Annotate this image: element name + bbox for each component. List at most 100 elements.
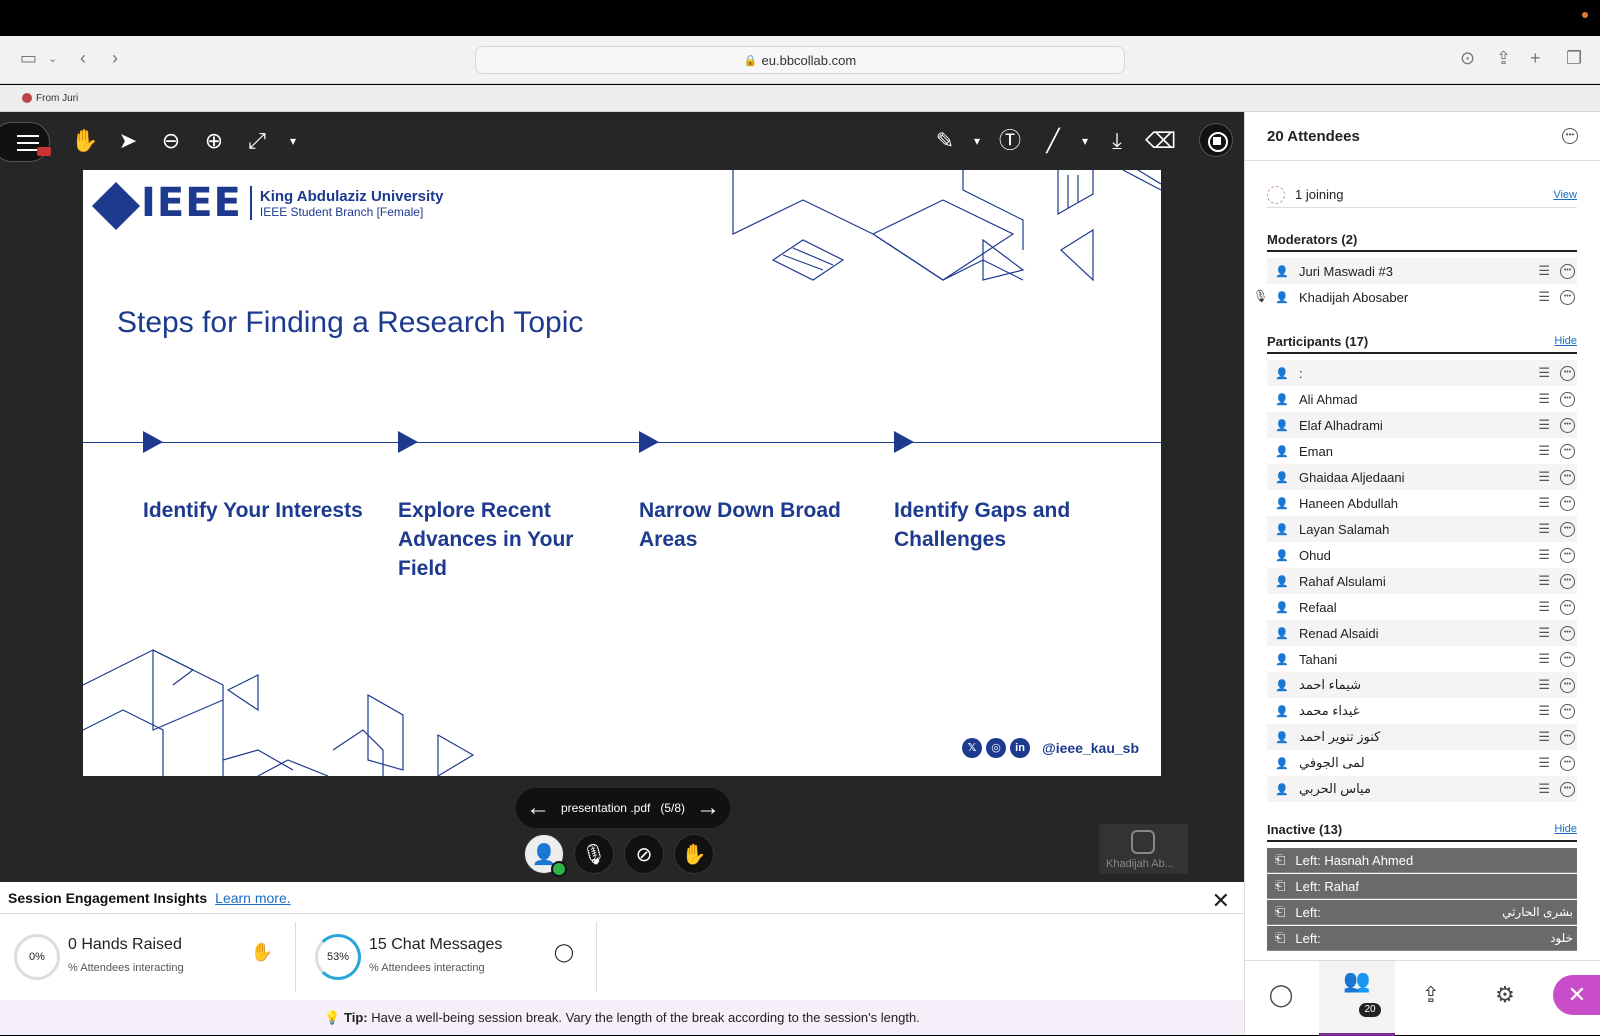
camera-off-button[interactable]: ⊘ [624,834,664,874]
shared-content-tile[interactable]: Khadijah Ab... [1099,824,1188,874]
more-options-icon[interactable]: ••• [1562,128,1578,144]
fit-icon[interactable]: ⤢ [242,126,272,156]
attendee-row[interactable]: 👤 لمى الجوفي ☰ ••• [1267,750,1577,776]
list-icon[interactable]: ☰ [1538,651,1550,667]
more-options-icon[interactable]: ••• [1560,365,1575,381]
next-slide-icon[interactable]: → [696,794,720,822]
chat-icon[interactable]: ◯ [1261,975,1301,1015]
hide-participants-link[interactable]: Hide [1554,335,1577,347]
hide-inactive-link[interactable]: Hide [1554,823,1577,835]
more-options-icon[interactable]: ••• [1560,729,1575,745]
share-icon[interactable]: ⇪ [1496,48,1511,69]
more-options-icon[interactable]: ••• [1560,599,1575,615]
list-icon[interactable]: ☰ [1538,289,1550,305]
attendee-row[interactable]: 👤 Elaf Alhadrami ☰ ••• [1267,412,1577,438]
attendee-row[interactable]: 👤 Eman ☰ ••• [1267,438,1577,464]
list-icon[interactable]: ☰ [1538,573,1550,589]
attendee-row[interactable]: 👤 Rahaf Alsulami ☰ ••• [1267,568,1577,594]
attendee-row[interactable]: 👤: ☰ ••• [1267,360,1577,386]
list-icon[interactable]: ☰ [1538,599,1550,615]
attendee-row[interactable]: 👤 Haneen Abdullah ☰ ••• [1267,490,1577,516]
attendee-row[interactable]: 👤 Ghaidaa Aljedaani ☰ ••• [1267,464,1577,490]
prev-slide-icon[interactable]: ← [526,794,550,822]
attendee-row[interactable]: 👤 Renad Alsaidi ☰ ••• [1267,620,1577,646]
list-icon[interactable]: ☰ [1538,677,1550,693]
microphone-off-button[interactable]: 🎙 [574,834,614,874]
more-options-icon[interactable]: ••• [1560,521,1575,537]
more-options-icon[interactable]: ••• [1560,703,1575,719]
favorite-link[interactable]: From Juri [36,93,78,104]
more-options-icon[interactable]: ••• [1560,263,1575,279]
chevron-down-icon[interactable]: ⌄ [48,52,57,65]
more-options-icon[interactable]: ••• [1560,625,1575,641]
attendees-tab[interactable]: 👥 20 [1319,961,1395,1036]
more-options-icon[interactable]: ••• [1560,443,1575,459]
more-options-icon[interactable]: ••• [1560,651,1575,667]
zoom-in-icon[interactable]: ⊕ [199,126,229,156]
list-icon[interactable]: ☰ [1538,625,1550,641]
list-icon[interactable]: ☰ [1538,729,1550,745]
download-icon[interactable]: ⊙ [1460,48,1475,69]
my-status-button[interactable]: 👤 [524,834,567,877]
list-icon[interactable]: ☰ [1538,521,1550,537]
attendee-row[interactable]: 👤 Ohud ☰ ••• [1267,542,1577,568]
line-tool-icon[interactable]: ╱ [1038,126,1068,156]
pan-icon[interactable]: ✋ [70,126,100,156]
forward-icon[interactable]: › [112,48,118,69]
more-options-icon[interactable]: ••• [1560,677,1575,693]
attendee-row[interactable]: 👤 Layan Salamah ☰ ••• [1267,516,1577,542]
attendee-row[interactable]: 👤 Ali Ahmad ☰ ••• [1267,386,1577,412]
text-tool-icon[interactable]: Ⓣ [995,126,1025,156]
view-link[interactable]: View [1553,189,1577,201]
attendee-row[interactable]: 👤 Tahani ☰ ••• [1267,646,1577,672]
more-options-icon[interactable]: ••• [1560,547,1575,563]
list-icon[interactable]: ☰ [1538,755,1550,771]
close-panel-button[interactable]: ✕ [1553,975,1600,1015]
attendee-row[interactable]: 👤 Juri Maswadi #3 ☰ ••• [1267,258,1577,284]
attendee-row[interactable]: 👤 كنوز تنوير احمد ☰ ••• [1267,724,1577,750]
clear-icon[interactable]: ⌫ [1145,126,1176,156]
list-icon[interactable]: ☰ [1538,547,1550,563]
attendee-row[interactable]: 👤 غيداء محمد ☰ ••• [1267,698,1577,724]
zoom-out-icon[interactable]: ⊖ [156,126,186,156]
session-menu-button[interactable] [0,122,51,162]
more-options-icon[interactable]: ••• [1560,495,1575,511]
attendee-row[interactable]: 👤 Khadijah Abosaber ☰ ••• [1267,284,1577,310]
tabs-icon[interactable]: ❐ [1566,48,1582,69]
pointer-icon[interactable]: ➤ [113,126,143,156]
attendee-row[interactable]: 👤 مياس الحربي ☰ ••• [1267,776,1577,802]
more-options-icon[interactable]: ••• [1560,781,1575,797]
raise-hand-button[interactable]: ✋ [674,834,714,874]
more-options-icon[interactable]: ••• [1560,417,1575,433]
more-options-icon[interactable]: ••• [1560,289,1575,305]
new-tab-icon[interactable]: + [1530,48,1541,69]
list-icon[interactable]: ☰ [1538,391,1550,407]
close-icon[interactable]: ✕ [1212,888,1230,914]
address-bar[interactable]: 🔒 eu.bbcollab.com [475,46,1125,74]
list-icon[interactable]: ☰ [1538,365,1550,381]
back-icon[interactable]: ‹ [80,48,86,69]
more-options-icon[interactable]: ••• [1560,573,1575,589]
list-icon[interactable]: ☰ [1538,443,1550,459]
list-icon[interactable]: ☰ [1538,263,1550,279]
settings-icon[interactable]: ⚙ [1485,975,1525,1015]
chevron-down-icon[interactable]: ▾ [278,126,308,156]
more-options-icon[interactable]: ••• [1560,755,1575,771]
chevron-down-icon[interactable]: ▾ [962,126,992,156]
share-content-icon[interactable]: ⇪ [1411,975,1451,1015]
attendee-row[interactable]: 👤 شيماء احمد ☰ ••• [1267,672,1577,698]
download-icon[interactable]: ⤓ [1102,126,1132,156]
sidebar-toggle-icon[interactable]: ▭ [20,48,37,69]
learn-more-link[interactable]: Learn more. [215,890,290,906]
more-options-icon[interactable]: ••• [1560,469,1575,485]
list-icon[interactable]: ☰ [1538,781,1550,797]
chevron-down-icon[interactable]: ▾ [1070,126,1100,156]
list-icon[interactable]: ☰ [1538,703,1550,719]
attendee-row[interactable]: 👤 Refaal ☰ ••• [1267,594,1577,620]
list-icon[interactable]: ☰ [1538,495,1550,511]
list-icon[interactable]: ☰ [1538,417,1550,433]
more-options-icon[interactable]: ••• [1560,391,1575,407]
stop-sharing-button[interactable] [1199,123,1233,157]
pencil-icon[interactable]: ✎ [930,126,960,156]
list-icon[interactable]: ☰ [1538,469,1550,485]
